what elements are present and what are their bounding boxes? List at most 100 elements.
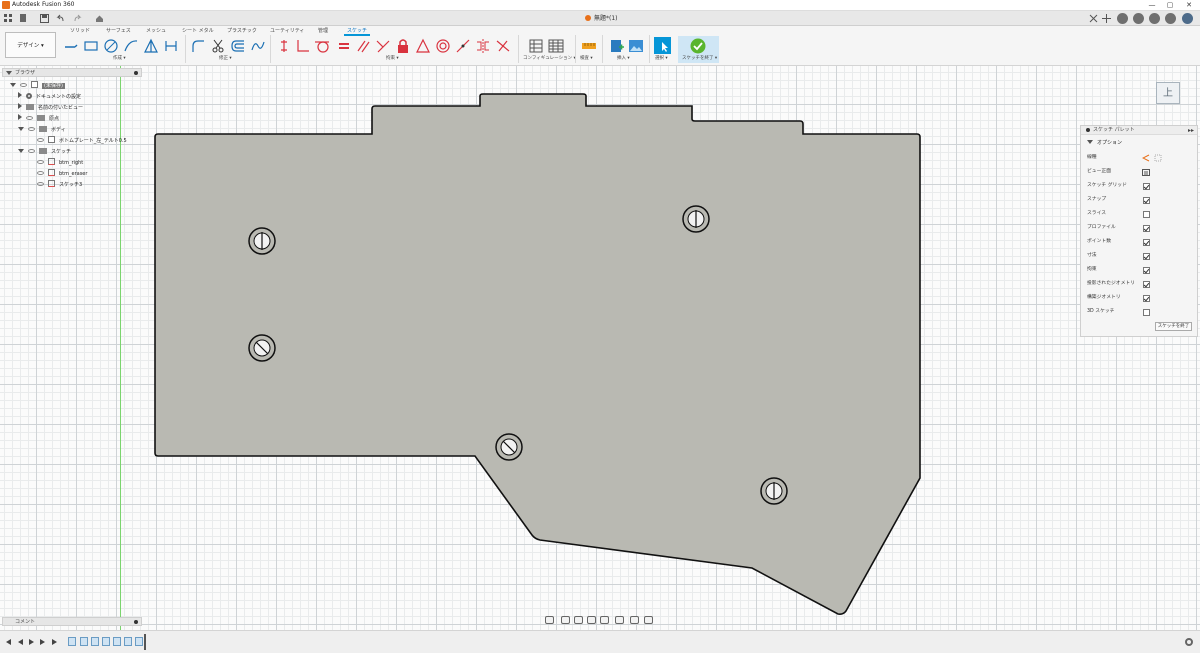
expand-icon[interactable] <box>18 114 22 120</box>
view-cube[interactable]: 上 <box>1156 82 1183 109</box>
select-icon[interactable] <box>654 37 671 54</box>
linetype-centerline-icon[interactable] <box>1154 154 1162 162</box>
grid-snaps-icon[interactable] <box>630 616 639 624</box>
snap-checkbox[interactable] <box>1143 197 1150 204</box>
visibility-eye-icon[interactable] <box>20 83 27 87</box>
measure-icon[interactable] <box>581 38 597 54</box>
dimension-icon[interactable] <box>276 38 292 54</box>
points-checkbox[interactable] <box>1143 239 1150 246</box>
parallel-icon[interactable] <box>355 38 371 54</box>
spline-icon[interactable] <box>250 38 266 54</box>
go-to-start-icon[interactable] <box>6 639 11 645</box>
close-tab-icon[interactable] <box>1089 14 1098 23</box>
tab-sheet-metal[interactable]: シート メタル <box>182 27 214 34</box>
step-forward-icon[interactable] <box>40 639 45 645</box>
modify-menu[interactable]: 修正 ▾ <box>219 55 232 61</box>
display-settings-icon[interactable] <box>615 616 624 624</box>
visibility-eye-icon[interactable] <box>37 171 44 175</box>
timeline-feature[interactable] <box>91 637 99 646</box>
timeline-marker[interactable] <box>144 634 146 650</box>
pan-icon[interactable] <box>574 616 583 624</box>
look-at-icon[interactable] <box>1142 168 1150 176</box>
visibility-eye-icon[interactable] <box>37 160 44 164</box>
zoom-icon[interactable] <box>587 616 596 624</box>
browser-pin-icon[interactable] <box>134 71 138 75</box>
step-back-icon[interactable] <box>18 639 23 645</box>
configure-menu[interactable]: コンフィギュレーション ▾ <box>523 55 576 61</box>
constraints-menu[interactable]: 拘束 ▾ <box>386 55 399 61</box>
timeline-feature[interactable] <box>102 637 110 646</box>
workspace-switcher[interactable]: デザイン ▾ <box>5 32 56 58</box>
minimize-button[interactable]: — <box>1145 0 1159 11</box>
browser-root[interactable]: (未保存) <box>10 81 65 92</box>
redo-icon[interactable] <box>73 14 82 23</box>
line-icon[interactable] <box>83 38 99 54</box>
tab-plastic[interactable]: プラスチック <box>227 27 257 34</box>
visibility-eye-icon[interactable] <box>26 116 33 120</box>
palette-pin-icon[interactable] <box>1086 128 1090 132</box>
browser-item-named-views[interactable]: 名前の付いたビュー <box>18 103 83 114</box>
circle-icon[interactable] <box>103 38 119 54</box>
insert-derive-icon[interactable] <box>608 38 624 54</box>
tab-manage[interactable]: 管理 <box>318 27 328 34</box>
new-tab-icon[interactable] <box>1102 14 1111 23</box>
arc-icon[interactable] <box>123 38 139 54</box>
visibility-eye-icon[interactable] <box>28 149 35 153</box>
slot-icon[interactable] <box>163 38 179 54</box>
expand-icon[interactable] <box>18 149 24 153</box>
sketch-geometry[interactable] <box>0 66 1200 630</box>
home-icon[interactable] <box>95 14 104 23</box>
create-sketch-icon[interactable] <box>63 38 79 54</box>
fit-icon[interactable] <box>600 616 609 624</box>
finish-sketch-menu[interactable]: スケッチを終了 ▾ <box>682 55 717 61</box>
expand-icon[interactable] <box>18 92 22 98</box>
expand-palette-icon[interactable]: ▸▸ <box>1188 126 1194 135</box>
tab-surface[interactable]: サーフェス <box>106 27 131 34</box>
tab-sketch[interactable]: スケッチ <box>344 27 371 36</box>
timeline-feature[interactable] <box>113 637 121 646</box>
tab-utilities[interactable]: ユーティリティ <box>270 27 304 34</box>
dimensions-checkbox[interactable] <box>1143 253 1150 260</box>
expand-icon[interactable] <box>18 127 24 131</box>
tangent-icon[interactable] <box>314 38 330 54</box>
orbit-icon[interactable] <box>545 616 554 624</box>
polygon-icon[interactable] <box>143 38 159 54</box>
concentric-icon[interactable] <box>435 38 451 54</box>
browser-item-body[interactable]: ボトムプレート_左_テルト0.5 <box>37 136 127 147</box>
insert-image-icon[interactable] <box>628 38 644 54</box>
curvature-icon[interactable] <box>495 38 511 54</box>
constraints-checkbox[interactable] <box>1143 267 1150 274</box>
construction-geometry-checkbox[interactable] <box>1143 295 1150 302</box>
finish-sketch-icon[interactable] <box>690 38 706 54</box>
viewports-icon[interactable] <box>644 616 653 624</box>
play-icon[interactable] <box>29 639 34 645</box>
symmetry-icon[interactable] <box>475 38 491 54</box>
collapse-options-icon[interactable] <box>1087 140 1093 144</box>
browser-item-sketch-btm-eraser[interactable]: btm_eraser <box>37 169 87 180</box>
undo-icon[interactable] <box>56 14 65 23</box>
maximize-button[interactable]: ▢ <box>1163 0 1177 11</box>
expand-icon[interactable] <box>18 103 22 109</box>
close-button[interactable]: ✕ <box>1182 0 1196 11</box>
collapse-browser-icon[interactable] <box>6 71 12 75</box>
coincident-icon[interactable] <box>295 38 311 54</box>
browser-item-sketch-3[interactable]: スケッチ3 <box>37 180 82 191</box>
parameters-table-icon[interactable] <box>548 38 564 54</box>
view-cube-top-face[interactable]: 上 <box>1156 82 1180 104</box>
data-panel-icon[interactable] <box>4 14 13 23</box>
look-at-icon[interactable] <box>561 616 570 624</box>
job-status-icon[interactable] <box>1133 13 1144 24</box>
visibility-eye-icon[interactable] <box>37 182 44 186</box>
sketch-canvas[interactable] <box>0 66 1200 630</box>
timeline-feature[interactable] <box>135 637 143 646</box>
extensions-icon[interactable] <box>1117 13 1128 24</box>
browser-item-sketch-btm-right[interactable]: btm_right <box>37 158 83 169</box>
comments-panel[interactable]: コメント <box>2 617 142 626</box>
perpendicular-icon[interactable] <box>375 38 391 54</box>
timeline-feature[interactable] <box>124 637 132 646</box>
add-comment-icon[interactable] <box>134 620 138 624</box>
slice-checkbox[interactable] <box>1143 211 1150 218</box>
save-icon[interactable] <box>40 14 49 23</box>
3d-sketch-checkbox[interactable] <box>1143 309 1150 316</box>
timeline-settings-gear-icon[interactable] <box>1185 638 1193 646</box>
